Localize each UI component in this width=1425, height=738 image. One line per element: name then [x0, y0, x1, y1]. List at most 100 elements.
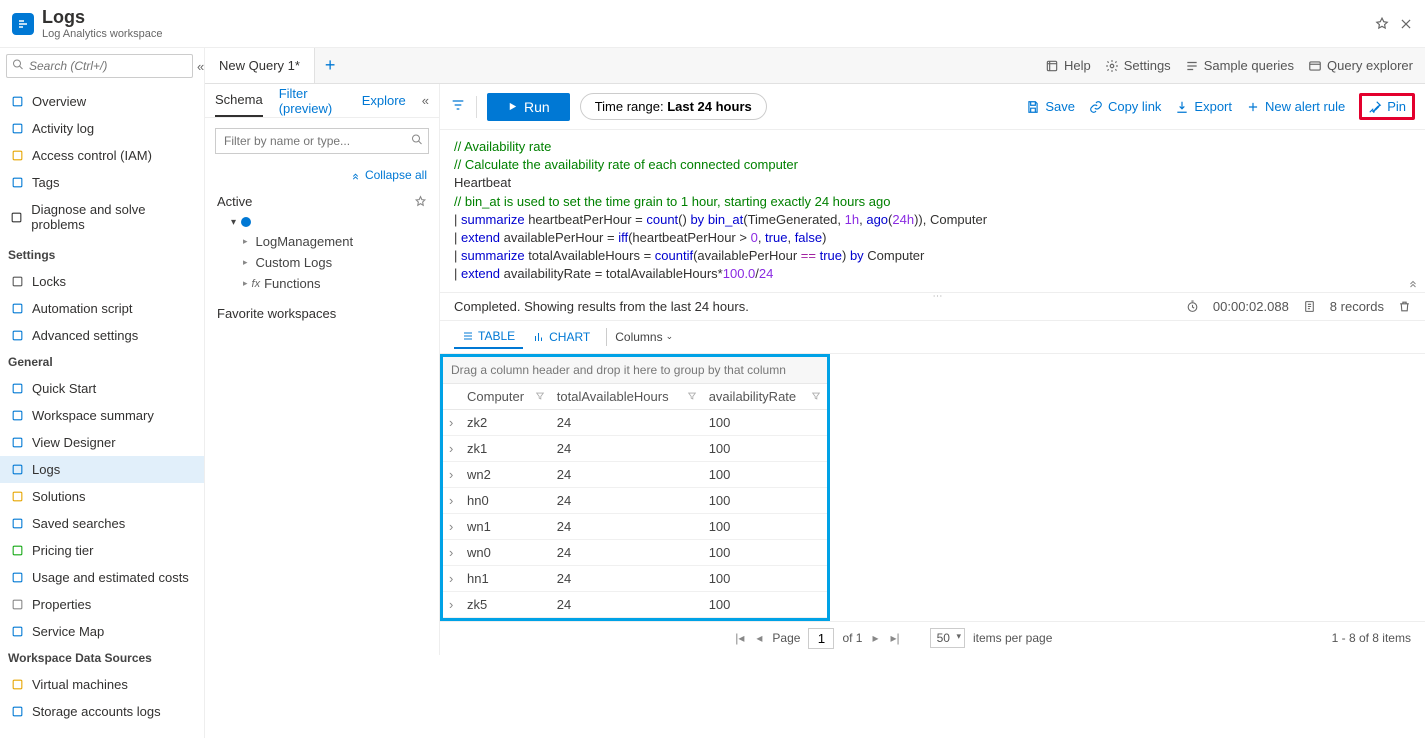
resize-handle-icon[interactable]: ⋯	[933, 291, 945, 302]
table-row[interactable]: ›hn124100	[443, 565, 827, 591]
pager-first-icon[interactable]: |◂	[733, 631, 746, 645]
table-cell: 24	[551, 487, 703, 513]
nav-item-label: Usage and estimated costs	[32, 570, 189, 585]
help-button[interactable]: Help	[1045, 58, 1091, 73]
export-label: Export	[1194, 99, 1232, 114]
filter-icon[interactable]	[535, 389, 545, 404]
nav-item[interactable]: Solutions	[0, 483, 204, 510]
run-button[interactable]: Run	[487, 93, 570, 121]
expand-row-icon[interactable]: ›	[443, 435, 461, 461]
schema-tree-node[interactable]: ▸ Custom Logs	[217, 252, 427, 273]
export-button[interactable]: Export	[1175, 99, 1232, 114]
schema-filter-input[interactable]	[215, 128, 429, 154]
collapse-all-label: Collapse all	[365, 168, 427, 182]
collapse-results-icon[interactable]	[1407, 277, 1419, 292]
page-number-input[interactable]	[808, 628, 834, 649]
column-header[interactable]: totalAvailableHours	[551, 384, 703, 410]
pin-label: Pin	[1387, 99, 1406, 114]
table-cell: wn2	[461, 461, 551, 487]
table-row[interactable]: ›wn124100	[443, 513, 827, 539]
nav-item-label: Saved searches	[32, 516, 125, 531]
page-size-select[interactable]: 50	[930, 628, 965, 648]
nav-item[interactable]: Properties	[0, 591, 204, 618]
nav-item[interactable]: Pricing tier	[0, 537, 204, 564]
sample-queries-button[interactable]: Sample queries	[1185, 58, 1294, 73]
delete-icon[interactable]	[1398, 300, 1411, 313]
nav-item[interactable]: Activity log	[0, 115, 204, 142]
group-drop-hint[interactable]: Drag a column header and drop it here to…	[443, 357, 827, 384]
nav-item[interactable]: Quick Start	[0, 375, 204, 402]
table-row[interactable]: ›zk524100	[443, 591, 827, 617]
expand-row-icon[interactable]: ›	[443, 591, 461, 617]
add-tab-button[interactable]: +	[315, 55, 346, 76]
nav-item[interactable]: Storage accounts logs	[0, 698, 204, 725]
pin-button[interactable]: Pin	[1359, 93, 1415, 120]
pager-last-icon[interactable]: ▸|	[888, 631, 901, 645]
filter-icon[interactable]	[687, 389, 697, 404]
nav-item[interactable]: Tags	[0, 169, 204, 196]
table-row[interactable]: ›wn024100	[443, 539, 827, 565]
table-cell: 100	[703, 513, 827, 539]
schema-collapse-icon[interactable]: «	[422, 93, 429, 108]
items-per-page-label: items per page	[973, 631, 1052, 645]
expand-row-icon[interactable]: ›	[443, 565, 461, 591]
page-label: Page	[772, 631, 800, 645]
view-table-tab[interactable]: TABLE	[454, 325, 523, 349]
tab-schema[interactable]: Schema	[215, 84, 263, 117]
collapse-all-button[interactable]: Collapse all	[205, 164, 439, 186]
nav-item[interactable]: Workspace summary	[0, 402, 204, 429]
nav-item-icon	[10, 382, 24, 395]
column-header[interactable]: Computer	[461, 384, 551, 410]
nav-item-label: Activity log	[32, 121, 94, 136]
table-row[interactable]: ›zk224100	[443, 409, 827, 435]
pager-prev-icon[interactable]: ◂	[754, 631, 764, 645]
filter-settings-icon[interactable]	[450, 97, 466, 116]
query-explorer-button[interactable]: Query explorer	[1308, 58, 1413, 73]
tab-explore[interactable]: Explore	[362, 85, 406, 116]
nav-item[interactable]: Usage and estimated costs	[0, 564, 204, 591]
settings-button[interactable]: Settings	[1105, 58, 1171, 73]
expand-row-icon[interactable]: ›	[443, 539, 461, 565]
nav-item-icon	[10, 463, 24, 476]
time-range-button[interactable]: Time range: Last 24 hours	[580, 93, 767, 120]
nav-item[interactable]: View Designer	[0, 429, 204, 456]
nav-item[interactable]: Overview	[0, 88, 204, 115]
star-icon[interactable]	[414, 195, 427, 208]
table-row[interactable]: ›hn024100	[443, 487, 827, 513]
nav-item[interactable]: Automation script	[0, 295, 204, 322]
table-row[interactable]: ›zk124100	[443, 435, 827, 461]
nav-item[interactable]: Locks	[0, 268, 204, 295]
workspace-node[interactable]: ▾	[217, 213, 427, 231]
pin-icon[interactable]	[1375, 17, 1389, 31]
filter-icon[interactable]	[811, 389, 821, 404]
time-range-label: Time range:	[595, 99, 664, 114]
logs-logo-icon	[12, 13, 34, 35]
nav-item[interactable]: Access control (IAM)	[0, 142, 204, 169]
close-icon[interactable]	[1399, 17, 1413, 31]
table-row[interactable]: ›wn224100	[443, 461, 827, 487]
schema-tree-node[interactable]: ▸ LogManagement	[217, 231, 427, 252]
nav-item[interactable]: Virtual machines	[0, 671, 204, 698]
nav-collapse-icon[interactable]: «	[193, 59, 208, 74]
expand-row-icon[interactable]: ›	[443, 461, 461, 487]
nav-item[interactable]: Logs	[0, 456, 204, 483]
schema-tree-node[interactable]: ▸ fx Functions	[217, 273, 427, 294]
nav-item[interactable]: Advanced settings	[0, 322, 204, 349]
column-header[interactable]: availabilityRate	[703, 384, 827, 410]
new-alert-button[interactable]: New alert rule	[1246, 99, 1345, 114]
nav-item[interactable]: Service Map	[0, 618, 204, 645]
nav-search-input[interactable]	[6, 54, 193, 78]
nav-item[interactable]: Diagnose and solve problems	[0, 196, 204, 238]
expand-row-icon[interactable]: ›	[443, 513, 461, 539]
expand-row-icon[interactable]: ›	[443, 409, 461, 435]
view-chart-tab[interactable]: CHART	[525, 326, 598, 348]
save-button[interactable]: Save	[1026, 99, 1075, 114]
expand-row-icon[interactable]: ›	[443, 487, 461, 513]
copy-link-button[interactable]: Copy link	[1089, 99, 1161, 114]
columns-button[interactable]: Columns ⌄	[615, 330, 673, 344]
tab-filter[interactable]: Filter (preview)	[279, 78, 346, 124]
pager-next-icon[interactable]: ▸	[870, 631, 880, 645]
query-editor[interactable]: // Availability rate// Calculate the ava…	[440, 130, 1425, 293]
nav-item[interactable]: Saved searches	[0, 510, 204, 537]
sample-label: Sample queries	[1204, 58, 1294, 73]
